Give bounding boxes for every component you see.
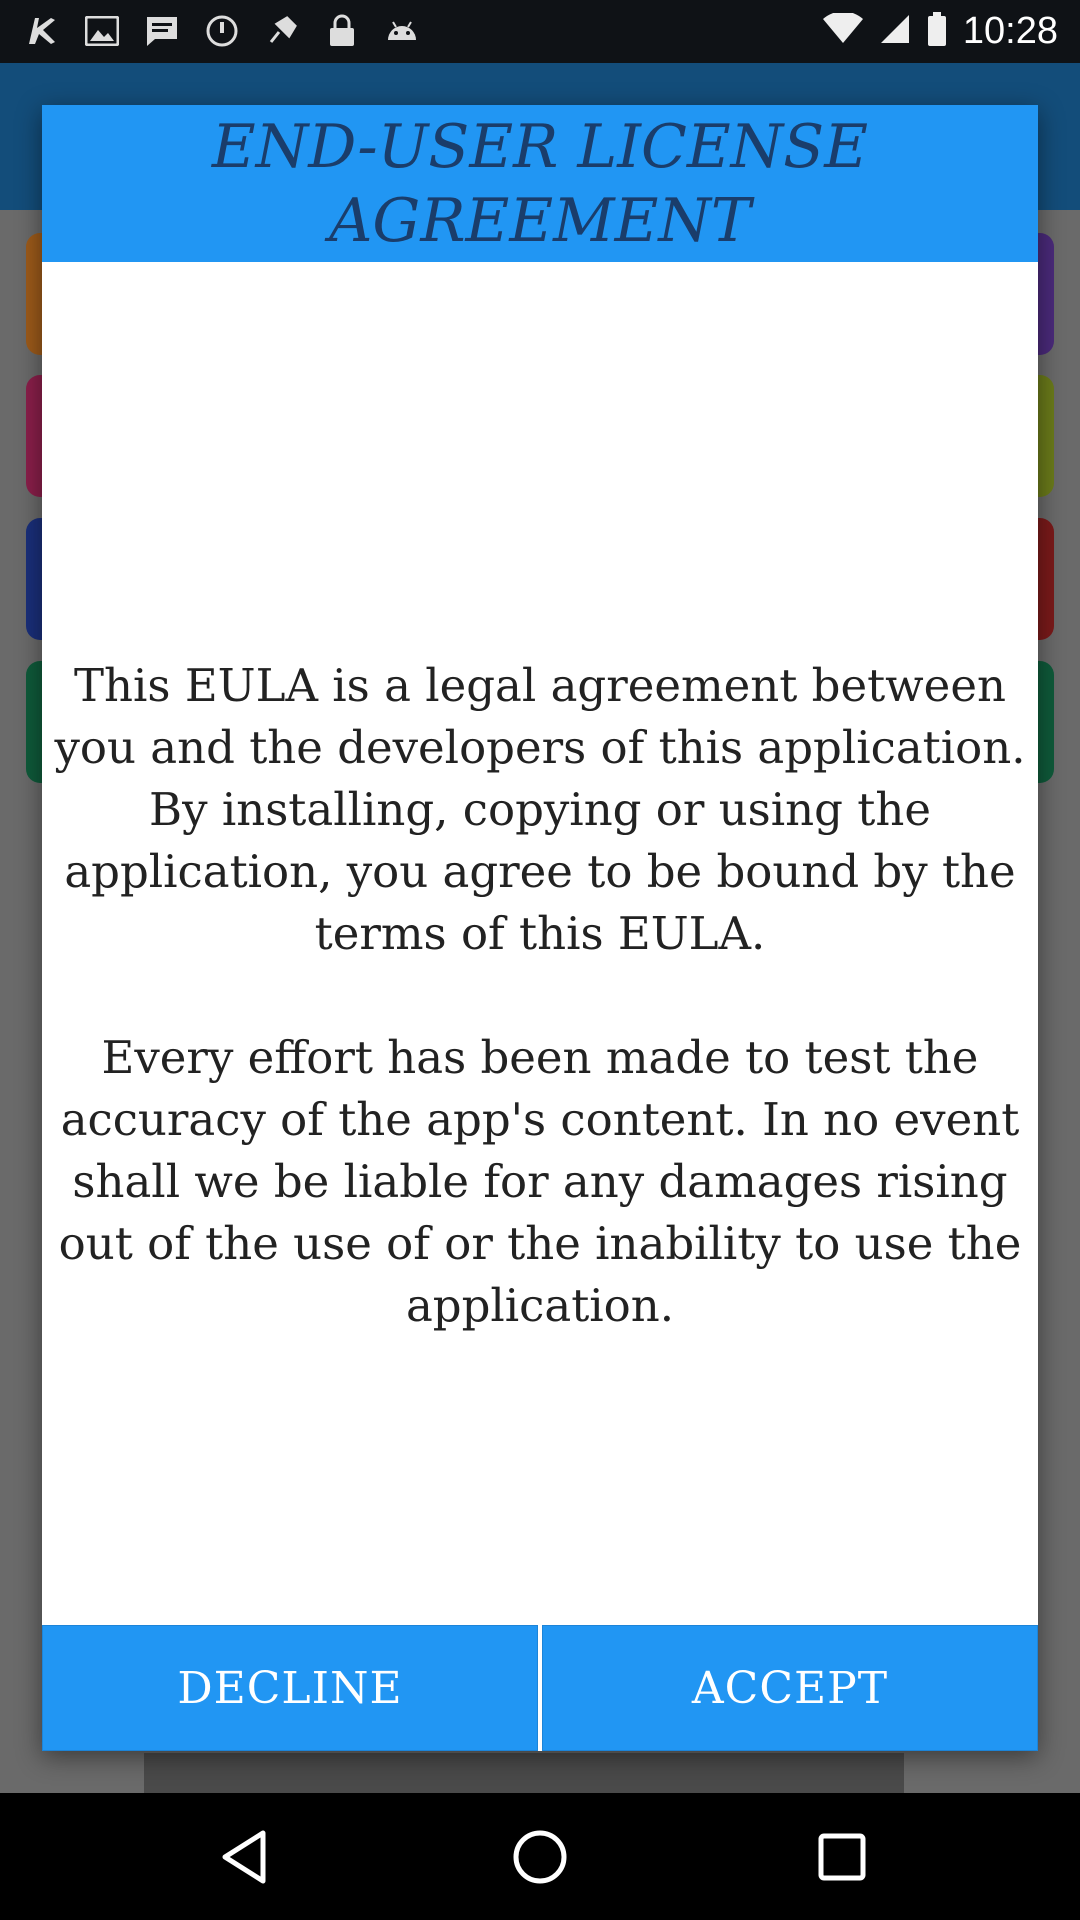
- eula-paragraph-2: Every effort has been made to test the a…: [58, 1031, 1022, 1332]
- dialog-header: END-USER LICENSE AGREEMENT: [42, 105, 1038, 262]
- lock-icon: [324, 13, 360, 49]
- recents-icon[interactable]: [810, 1825, 874, 1889]
- decline-button[interactable]: DECLINE: [42, 1625, 538, 1751]
- eula-dialog: END-USER LICENSE AGREEMENT This EULA is …: [42, 105, 1038, 1751]
- eula-paragraph-1: This EULA is a legal agreement between y…: [54, 659, 1026, 960]
- message-icon: [144, 13, 180, 49]
- back-icon[interactable]: [212, 1825, 276, 1889]
- notification-icons: [24, 10, 420, 52]
- background-strip: [144, 1753, 904, 1793]
- signal-icon: [879, 13, 911, 50]
- battery-icon: [927, 12, 947, 51]
- app-icon: [24, 13, 60, 49]
- dialog-button-bar: DECLINE ACCEPT: [42, 1625, 1038, 1751]
- accept-button[interactable]: ACCEPT: [542, 1625, 1038, 1751]
- android-icon: [384, 13, 420, 49]
- location-icon: [264, 13, 300, 49]
- image-icon: [84, 13, 120, 49]
- status-bar: 10:28: [0, 0, 1080, 63]
- wifi-icon: [822, 11, 863, 50]
- home-icon[interactable]: [508, 1825, 572, 1889]
- navigation-bar: [0, 1793, 1080, 1920]
- do-not-disturb-icon: [204, 13, 240, 49]
- clock: 10:28: [962, 10, 1058, 52]
- system-indicators: 10:28: [822, 0, 1058, 63]
- dialog-title: END-USER LICENSE AGREEMENT: [211, 111, 869, 256]
- dialog-body[interactable]: This EULA is a legal agreement between y…: [42, 262, 1038, 1730]
